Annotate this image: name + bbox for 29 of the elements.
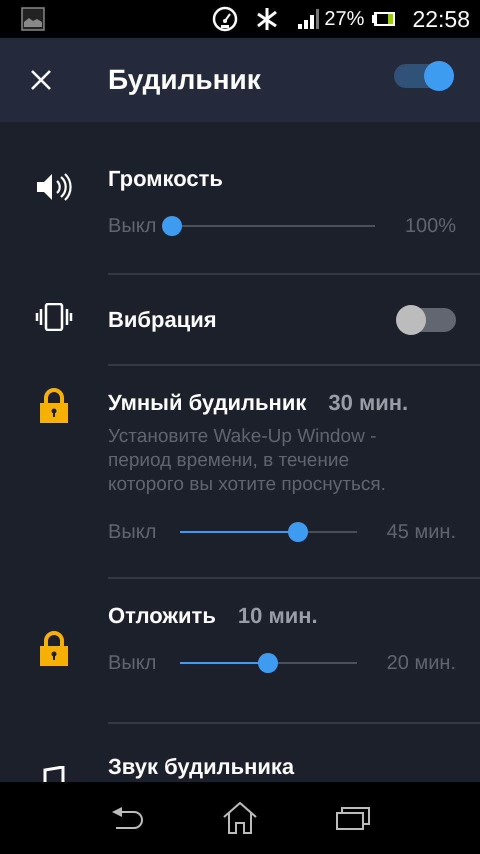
alarm-toggle[interactable] [394, 64, 452, 88]
setting-title: Звук будильника [108, 753, 294, 781]
battery-icon [372, 11, 396, 27]
signal-icon [296, 8, 320, 30]
slider-thumb[interactable] [162, 216, 182, 236]
picture-icon [21, 7, 45, 31]
min-label: Выкл [108, 651, 158, 676]
setting-title: Умный будильник [108, 389, 306, 417]
min-label: Выкл [108, 214, 158, 239]
slider-thumb[interactable] [288, 522, 308, 542]
min-label: Выкл [108, 520, 158, 545]
setting-title: Громкость [108, 165, 223, 193]
max-label: 45 мин. [386, 520, 456, 545]
vibration-toggle[interactable] [398, 308, 456, 332]
back-icon[interactable] [110, 806, 144, 830]
setting-description: Установите Wake-Up Window - период времени, в течение которого вы хотите проснуться. [108, 425, 387, 497]
battery-percent: 27% [324, 7, 364, 32]
home-icon[interactable] [222, 802, 257, 834]
setting-title: Вибрация [108, 306, 217, 334]
screen-title: Будильник [108, 63, 262, 97]
max-label: 20 мин. [386, 651, 456, 676]
setting-title: Отложить [108, 602, 216, 630]
slider-thumb[interactable] [258, 653, 278, 673]
setting-value: 10 мин. [238, 602, 318, 630]
setting-value: 30 мин. [328, 389, 408, 417]
speedometer-icon [212, 6, 238, 32]
max-label: 100% [404, 214, 456, 239]
clock-time: 22:58 [412, 4, 470, 34]
recent-apps-icon[interactable] [336, 806, 370, 830]
